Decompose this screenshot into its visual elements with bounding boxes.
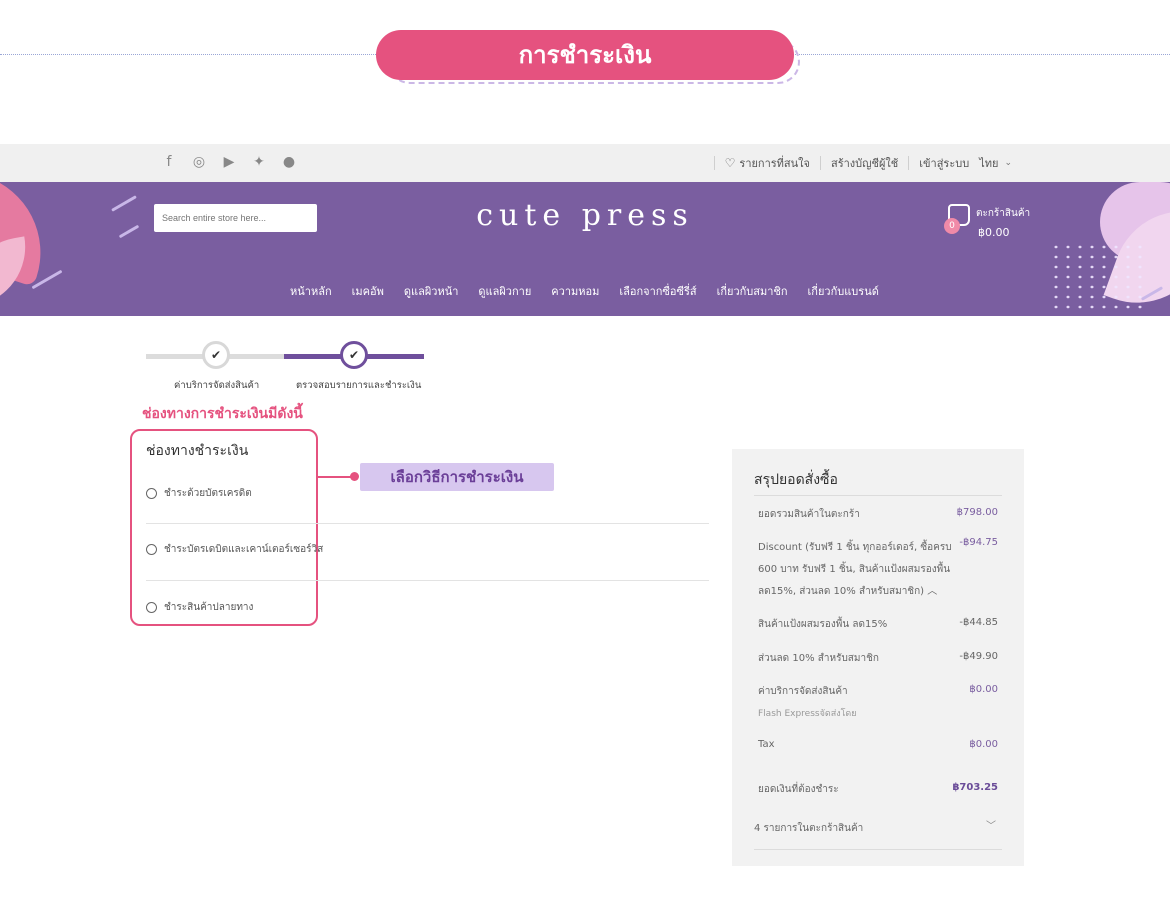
banner-divider-right (792, 54, 1170, 55)
member-discount-label: ส่วนลด 10% สำหรับสมาชิก (758, 653, 879, 664)
step-review-payment-label: ตรวจสอบรายการและชำระเงิน (296, 380, 422, 391)
site-header: cute press 0 ตะกร้าสินค้า ฿0.00 หน้าหลัก… (0, 182, 1170, 316)
nav-item-makeup[interactable]: เมคอัพ (352, 282, 384, 300)
divider (713, 156, 715, 170)
chevron-down-icon[interactable]: ﹀ (986, 817, 996, 832)
shipping-value: ฿0.00 (969, 684, 998, 695)
banner-divider-left (0, 54, 378, 55)
check-icon: ✔ (340, 341, 368, 369)
language-selector[interactable]: ไทย (979, 154, 998, 172)
instagram-icon[interactable]: ◎ (190, 153, 208, 171)
payment-option-cod[interactable]: ชำระสินค้าปลายทาง (146, 600, 253, 615)
wishlist-link[interactable]: รายการที่สนใจ (739, 154, 810, 172)
shipping-row: ค่าบริการจัดส่งสินค้า ฿0.00 (758, 684, 998, 699)
shipping-carrier: Flash Expressจัดส่งโดย (758, 709, 857, 719)
create-account-link[interactable]: สร้างบัญชีผู้ใช้ (831, 154, 898, 172)
payment-option-label[interactable]: ชำระสินค้าปลายทาง (164, 600, 253, 615)
member-discount-row: ส่วนลด 10% สำหรับสมาชิก -฿49.90 (758, 651, 998, 666)
cart-total: ฿0.00 (978, 226, 1010, 239)
nav-item-series[interactable]: เลือกจากซื่อซีรี่ส์ (619, 282, 696, 300)
page-title: การชำระเงิน (376, 30, 794, 80)
divider (146, 580, 709, 581)
divider (819, 156, 821, 170)
tax-value: ฿0.00 (969, 739, 998, 750)
discount-label[interactable]: Discount (รับฟรี 1 ชิ้น ทุกออร์เดอร์, ซื… (758, 537, 958, 603)
chevron-up-icon[interactable]: ︿ (927, 586, 937, 597)
main-nav: หน้าหลัก เมคอัพ ดูแลผิวหน้า ดูแลผิวกาย ค… (290, 282, 879, 300)
grand-total-label: ยอดเงินที่ต้องชำระ (758, 784, 839, 795)
radio-button[interactable] (146, 488, 157, 499)
radio-button[interactable] (146, 544, 157, 555)
tax-row: Tax ฿0.00 (758, 739, 998, 750)
twitter-icon[interactable]: ✦ (250, 153, 268, 171)
grand-total-value: ฿703.25 (952, 782, 998, 793)
login-link[interactable]: เข้าสู่ระบบ (919, 154, 969, 172)
shipping-label: ค่าบริการจัดส่งสินค้า (758, 686, 848, 697)
divider (754, 849, 1002, 850)
heart-icon: ♡ (724, 156, 736, 170)
subtotal-value: ฿798.00 (956, 507, 998, 518)
divider (146, 523, 709, 524)
nav-item-body-care[interactable]: ดูแลผิวกาย (478, 282, 531, 300)
payment-methods-title: ช่องทางชำระเงิน (146, 443, 249, 459)
powder-discount-value: -฿44.85 (959, 617, 998, 628)
nav-item-membership[interactable]: เกี่ยวกับสมาชิก (717, 282, 788, 300)
step-shipping-label[interactable]: ค่าบริการจัดส่งสินค้า (174, 378, 259, 393)
decoration-dots (1050, 242, 1150, 312)
facebook-icon[interactable]: f (160, 153, 178, 171)
order-summary: สรุปยอดสั่งซื้อ ยอดรวมสินค้าในตะกร้า ฿79… (732, 449, 1024, 866)
subtotal-row: ยอดรวมสินค้าในตะกร้า ฿798.00 (758, 507, 998, 522)
powder-discount-label: สินค้าแป้งผสมรองพื้น ลด15% (758, 619, 888, 630)
payment-option-debit-counter[interactable]: ชำระบัตรเดบิตและเคาน์เตอร์เซอร์วิส (146, 542, 323, 557)
nav-item-home[interactable]: หน้าหลัก (290, 282, 332, 300)
payment-heading: ช่องทางการชำระเงินมีดังนี้ (142, 406, 303, 422)
divider (754, 495, 1002, 496)
callout-connector (318, 476, 352, 478)
nav-item-fragrance[interactable]: ความหอม (551, 282, 599, 300)
youtube-icon[interactable]: ▶ (220, 153, 238, 171)
callout-dot (350, 472, 359, 481)
subtotal-label: ยอดรวมสินค้าในตะกร้า (758, 509, 860, 520)
chevron-down-icon[interactable]: ⌄ (1004, 158, 1012, 168)
cart-count-badge: 0 (944, 218, 960, 234)
radio-button[interactable] (146, 602, 157, 613)
nav-item-brand[interactable]: เกี่ยวกับแบรนด์ (808, 282, 879, 300)
cart-label: ตะกร้าสินค้า (976, 208, 1031, 219)
payment-option-credit-card[interactable]: ชำระด้วยบัตรเครดิต (146, 486, 252, 501)
line-icon[interactable]: ● (280, 153, 298, 171)
member-discount-value: -฿49.90 (959, 651, 998, 662)
grand-total-row: ยอดเงินที่ต้องชำระ ฿703.25 (758, 782, 998, 797)
discount-value: -฿94.75 (959, 537, 998, 548)
check-icon[interactable]: ✔ (202, 341, 230, 369)
payment-option-label[interactable]: ชำระบัตรเดบิตและเคาน์เตอร์เซอร์วิส (164, 542, 323, 557)
summary-title: สรุปยอดสั่งซื้อ (754, 472, 838, 488)
nav-item-face-care[interactable]: ดูแลผิวหน้า (404, 282, 459, 300)
account-links: ♡ รายการที่สนใจ สร้างบัญชีผู้ใช้ เข้าสู่… (704, 154, 1012, 172)
powder-discount-row: สินค้าแป้งผสมรองพื้น ลด15% -฿44.85 (758, 617, 998, 632)
social-links: f ◎ ▶ ✦ ● (160, 153, 298, 171)
callout-label: เลือกวิธีการชำระเงิน (360, 463, 554, 491)
top-bar: f ◎ ▶ ✦ ● ♡ รายการที่สนใจ สร้างบัญชีผู้ใ… (0, 144, 1170, 182)
divider (908, 156, 910, 170)
tax-label: Tax (758, 739, 775, 750)
cart-items-toggle[interactable]: 4 รายการในตะกร้าสินค้า (754, 821, 863, 836)
payment-option-label[interactable]: ชำระด้วยบัตรเครดิต (164, 486, 252, 501)
